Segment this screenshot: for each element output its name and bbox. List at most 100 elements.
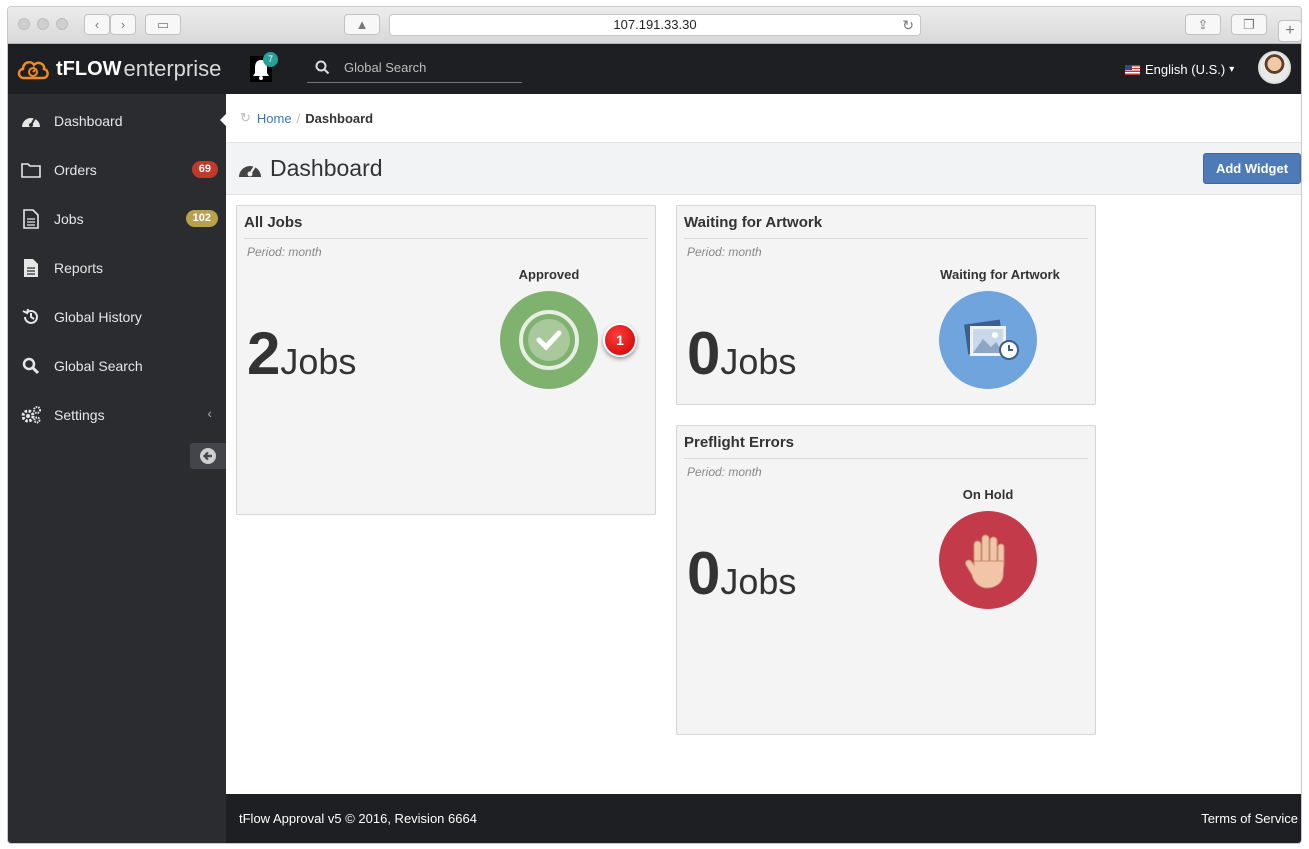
breadcrumb-current: Dashboard: [305, 110, 374, 126]
zoom-window-icon[interactable]: [56, 18, 68, 30]
notification-badge: 7: [263, 52, 278, 67]
sidebar-icon[interactable]: ▭: [145, 14, 181, 35]
us-flag-icon: [1125, 64, 1140, 75]
check-icon: [519, 310, 579, 370]
close-window-icon[interactable]: [18, 18, 30, 30]
chevron-left-icon: ‹: [207, 405, 212, 421]
sidebar-item-dashboard[interactable]: Dashboard: [8, 96, 226, 145]
reload-icon[interactable]: ↻: [902, 15, 914, 35]
search-icon: [22, 357, 40, 374]
global-search-input[interactable]: Global Search: [307, 54, 522, 83]
add-widget-button[interactable]: Add Widget: [1203, 153, 1301, 184]
sidebar-item-orders[interactable]: Orders 69: [8, 145, 226, 194]
sidebar-item-label: Reports: [54, 259, 104, 276]
sidebar-item-label: Dashboard: [54, 112, 123, 129]
divider: [684, 238, 1088, 239]
widget-period: Period: month: [247, 245, 322, 259]
logo[interactable]: tFLOW enterprise: [16, 54, 221, 84]
history-icon: [22, 308, 38, 324]
widget-count: 0 Jobs: [687, 544, 796, 604]
approved-status-button[interactable]: [500, 291, 598, 389]
logo-text-light: enterprise: [123, 56, 222, 81]
sidebar-item-label: Global Search: [54, 357, 143, 374]
sidebar-item-global-history[interactable]: Global History: [8, 292, 226, 341]
widget-all-jobs[interactable]: All Jobs Period: month 2 Jobs Approved 1: [236, 205, 656, 515]
widget-title: Waiting for Artwork: [684, 214, 823, 231]
share-icon[interactable]: ⇪: [1185, 14, 1221, 35]
widget-period: Period: month: [687, 245, 762, 259]
language-selector[interactable]: English (U.S.) ▾: [1125, 62, 1234, 77]
language-label: English (U.S.): [1145, 62, 1226, 77]
gears-icon: [21, 405, 41, 423]
callout-marker: 1: [603, 323, 637, 357]
app-header: tFLOW enterprise 7 Global Search English…: [8, 44, 1301, 94]
dashboard-gauge-icon: [239, 165, 261, 177]
minimize-window-icon[interactable]: [37, 18, 49, 30]
user-avatar[interactable]: [1258, 51, 1291, 84]
page-title: Dashboard: [270, 155, 383, 181]
page-header: Dashboard Add Widget: [226, 142, 1301, 195]
collapse-sidebar-button[interactable]: [190, 443, 226, 469]
orders-count-badge: 69: [191, 161, 218, 178]
divider: [244, 238, 648, 239]
document-icon: [24, 258, 38, 277]
widget-count: 2 Jobs: [247, 324, 356, 384]
main-content: ↻ Home / Dashboard Dashboard Add Widget …: [226, 94, 1301, 794]
breadcrumb: ↻ Home / Dashboard: [240, 110, 373, 126]
search-icon: [315, 60, 330, 75]
status-label: On Hold: [962, 487, 1014, 502]
on-hold-status-button[interactable]: [939, 511, 1037, 609]
job-unit: Jobs: [280, 341, 357, 382]
dashboard-gauge-icon: [22, 117, 40, 127]
widget-period: Period: month: [687, 465, 762, 479]
widget-title: Preflight Errors: [684, 434, 795, 451]
sidebar-item-label: Global History: [54, 308, 142, 325]
refresh-icon[interactable]: ↻: [240, 110, 251, 126]
status-label: Approved: [518, 267, 580, 282]
sidebar-item-label: Settings: [54, 406, 105, 423]
footer: tFlow Approval v5 © 2016, Revision 6664 …: [226, 794, 1301, 843]
waiting-artwork-status-button[interactable]: [939, 291, 1037, 389]
warning-icon[interactable]: ▲: [344, 14, 380, 35]
job-unit: Jobs: [720, 561, 797, 602]
logo-text-bold: tFLOW: [56, 57, 122, 80]
back-icon[interactable]: ‹: [84, 14, 110, 35]
browser-window: ‹ › ▭ ▲ 107.191.33.30 ↻ ⇪ ❐ + tFLOW ente…: [7, 6, 1302, 844]
image-clock-icon: [964, 319, 1019, 360]
tabs-icon[interactable]: ❐: [1231, 14, 1267, 35]
breadcrumb-home-link[interactable]: Home: [257, 111, 292, 126]
url-text: 107.191.33.30: [613, 17, 697, 32]
browser-toolbar: ‹ › ▭ ▲ 107.191.33.30 ↻ ⇪ ❐ +: [8, 7, 1301, 44]
file-icon: [23, 208, 39, 229]
sidebar-item-reports[interactable]: Reports: [8, 243, 226, 292]
widget-waiting-for-artwork[interactable]: Waiting for Artwork Period: month 0 Jobs…: [676, 205, 1096, 405]
footer-copyright: tFlow Approval v5 © 2016, Revision 6664: [239, 811, 477, 826]
status-label: Waiting for Artwork: [940, 267, 1060, 282]
new-tab-icon[interactable]: +: [1278, 20, 1301, 42]
sidebar-item-label: Jobs: [54, 210, 84, 227]
sidebar-item-global-search[interactable]: Global Search: [8, 341, 226, 390]
forward-icon[interactable]: ›: [110, 14, 136, 35]
terms-of-service-link[interactable]: Terms of Service: [1201, 811, 1298, 826]
widget-preflight-errors[interactable]: Preflight Errors Period: month 0 Jobs On…: [676, 425, 1096, 735]
job-count: 2: [247, 320, 281, 387]
divider: [684, 458, 1088, 459]
folder-icon: [21, 162, 41, 178]
widget-count: 0 Jobs: [687, 324, 796, 384]
job-count: 0: [687, 320, 721, 387]
jobs-count-badge: 102: [185, 210, 218, 227]
breadcrumb-separator: /: [296, 110, 301, 126]
cloud-logo-icon: [17, 60, 49, 80]
sidebar-item-label: Orders: [54, 161, 97, 178]
job-unit: Jobs: [720, 341, 797, 382]
search-placeholder: Global Search: [344, 60, 427, 75]
address-bar[interactable]: 107.191.33.30 ↻: [389, 14, 921, 36]
sidebar: Dashboard Orders 69 Jobs 102 Reports Glo…: [8, 94, 226, 843]
hand-stop-icon: [965, 534, 1005, 589]
sidebar-item-jobs[interactable]: Jobs 102: [8, 194, 226, 243]
sidebar-item-settings[interactable]: Settings ‹: [8, 390, 226, 439]
job-count: 0: [687, 540, 721, 607]
chevron-down-icon: ▾: [1229, 64, 1235, 75]
arrow-circle-left-icon: [200, 448, 216, 464]
widget-title: All Jobs: [244, 214, 303, 231]
